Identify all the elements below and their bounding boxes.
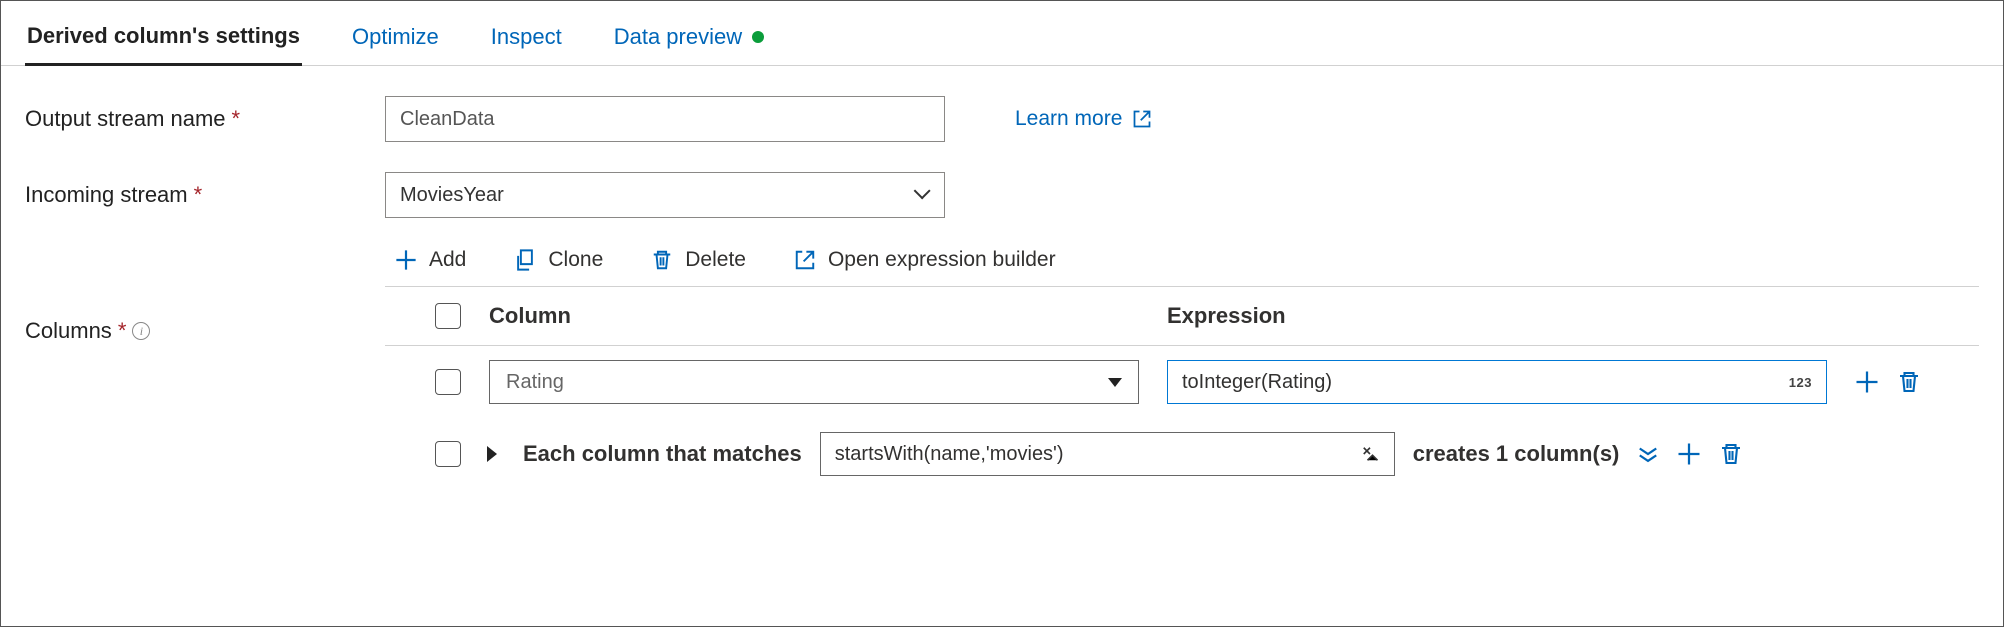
incoming-stream-value: MoviesYear: [400, 184, 504, 207]
pattern-prefix: Each column that matches: [523, 441, 802, 467]
column-row: Rating toInteger(Rating) 123: [385, 346, 1979, 418]
open-label: Open expression builder: [828, 248, 1056, 272]
output-stream-label: Output stream name *: [25, 106, 385, 132]
trash-icon: [651, 249, 673, 271]
tab-inspect[interactable]: Inspect: [489, 14, 564, 64]
incoming-stream-label-text: Incoming stream: [25, 182, 188, 208]
pattern-suffix: creates 1 column(s): [1413, 441, 1620, 467]
output-stream-input[interactable]: [385, 96, 945, 142]
add-button[interactable]: Add: [395, 248, 466, 272]
external-link-icon: [1132, 109, 1152, 129]
row-columns: Columns * i Add Clone: [25, 248, 1979, 490]
columns-label-text: Columns: [25, 318, 112, 344]
tab-data-preview[interactable]: Data preview: [612, 14, 766, 64]
columns-toolbar: Add Clone Delete: [385, 248, 1979, 272]
delete-row-button[interactable]: [1897, 370, 1921, 394]
delete-button[interactable]: Delete: [651, 248, 746, 272]
columns-label: Columns * i: [25, 318, 385, 344]
open-expression-builder-button[interactable]: Open expression builder: [794, 248, 1056, 272]
info-icon[interactable]: i: [132, 322, 150, 340]
clone-icon: [514, 249, 536, 271]
caret-down-icon: [1108, 378, 1122, 387]
row-actions: [1855, 370, 1921, 394]
column-name-select[interactable]: Rating: [489, 360, 1139, 404]
collapse-chevron-icon[interactable]: [1637, 443, 1659, 465]
required-asterisk: *: [194, 182, 203, 208]
tab-data-preview-label: Data preview: [614, 24, 742, 50]
type-badge: 123: [1789, 375, 1812, 390]
incoming-stream-label: Incoming stream *: [25, 182, 385, 208]
required-asterisk: *: [232, 106, 241, 132]
plus-icon: [395, 249, 417, 271]
clear-expand-icon[interactable]: [1360, 444, 1380, 464]
add-label: Add: [429, 248, 466, 272]
required-asterisk: *: [118, 318, 127, 344]
output-stream-label-text: Output stream name: [25, 106, 226, 132]
content: Output stream name * Learn more Incoming…: [1, 66, 2003, 490]
chevron-down-icon: [914, 187, 930, 203]
external-link-icon: [794, 249, 816, 271]
header-column: Column: [489, 303, 1139, 329]
add-row-button[interactable]: [1855, 370, 1879, 394]
row-checkbox[interactable]: [435, 369, 461, 395]
learn-more-link[interactable]: Learn more: [1015, 107, 1152, 131]
incoming-stream-select[interactable]: MoviesYear: [385, 172, 945, 218]
expression-value: toInteger(Rating): [1182, 371, 1332, 394]
clone-button[interactable]: Clone: [514, 248, 603, 272]
columns-header: Column Expression: [385, 287, 1979, 346]
expand-triangle-icon[interactable]: [487, 446, 497, 462]
tab-optimize[interactable]: Optimize: [350, 14, 441, 64]
delete-label: Delete: [685, 248, 746, 272]
columns-panel: Add Clone Delete: [385, 248, 1979, 490]
pattern-expression-value: startsWith(name,'movies'): [835, 443, 1064, 466]
pattern-row: Each column that matches startsWith(name…: [385, 418, 1979, 490]
preview-status-dot-icon: [752, 31, 764, 43]
select-all-checkbox[interactable]: [435, 303, 461, 329]
row-incoming-stream: Incoming stream * MoviesYear: [25, 172, 1979, 218]
column-name-value: Rating: [506, 371, 564, 394]
row-checkbox[interactable]: [435, 441, 461, 467]
learn-more-text: Learn more: [1015, 107, 1122, 131]
settings-tabs: Derived column's settings Optimize Inspe…: [1, 1, 2003, 66]
delete-row-button[interactable]: [1719, 442, 1743, 466]
row-output-stream: Output stream name * Learn more: [25, 96, 1979, 142]
header-expression: Expression: [1167, 303, 1286, 329]
tab-derived-settings[interactable]: Derived column's settings: [25, 13, 302, 66]
expression-input[interactable]: toInteger(Rating) 123: [1167, 360, 1827, 404]
clone-label: Clone: [548, 248, 603, 272]
add-row-button[interactable]: [1677, 442, 1701, 466]
pattern-expression-input[interactable]: startsWith(name,'movies'): [820, 432, 1395, 476]
